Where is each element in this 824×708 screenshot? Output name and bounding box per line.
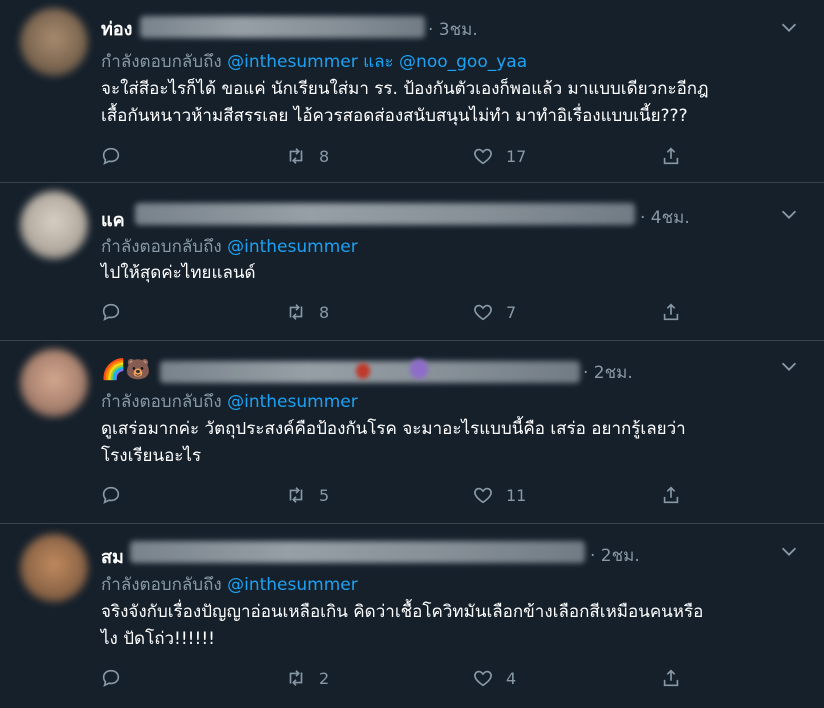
chevron-down-icon[interactable] [778, 203, 800, 225]
mention-link[interactable]: @inthesummer [227, 52, 358, 72]
replying-label: กำลังตอบกลับถึง [101, 575, 222, 595]
tweet[interactable]: ท่อง · 3ชม. กำลังตอบกลับถึง @inthesummer… [0, 0, 824, 183]
like-button[interactable]: 11 [472, 483, 526, 507]
reply-icon [102, 303, 120, 321]
author-name[interactable]: ท่อง [101, 14, 132, 43]
replying-label: กำลังตอบกลับถึง [101, 237, 222, 257]
like-count: 7 [506, 302, 517, 322]
tweet-time[interactable]: · 2ชม. [590, 542, 640, 569]
tweet-text-line: โรงเรียนอะไร [101, 446, 202, 466]
mention-link[interactable]: @inthesummer [227, 392, 358, 412]
tweet-text-line: ดูเสร่อมากค่ะ วัตถุประสงค์คือป้องกันโรค … [101, 419, 686, 439]
author-name[interactable]: 🌈🐻 [101, 357, 151, 381]
like-button[interactable]: 17 [472, 144, 526, 168]
tweet-text: จะใส่สีอะไรก็ได้ ขอแค่ นักเรียนใส่มา รร.… [101, 76, 801, 130]
share-icon [663, 486, 679, 504]
mention-link[interactable]: @inthesummer [227, 575, 358, 595]
tweet-actions: 2 4 [100, 666, 700, 690]
like-icon [474, 148, 492, 165]
retweet-icon [289, 487, 303, 503]
like-button[interactable]: 7 [472, 300, 516, 324]
retweet-button[interactable]: 2 [285, 666, 329, 690]
reply-button[interactable] [100, 144, 122, 168]
like-icon [474, 670, 492, 687]
tweet-text-line: เสื้อกันหนาวห้ามสีสรรเลย ไอ้ควรสอดส่องสน… [101, 106, 688, 126]
like-button[interactable]: 4 [472, 666, 516, 690]
reply-button[interactable] [100, 483, 122, 507]
redacted-username [135, 203, 635, 225]
replying-to: กำลังตอบกลับถึง @inthesummer [101, 571, 358, 598]
share-icon [663, 669, 679, 687]
replying-to: กำลังตอบกลับถึง @inthesummer [101, 233, 358, 260]
avatar[interactable] [20, 191, 88, 259]
retweet-count: 8 [319, 146, 330, 166]
retweet-icon [289, 148, 303, 164]
tweet-actions: 8 7 [100, 300, 700, 324]
tweet[interactable]: แค · 4ชม. กำลังตอบกลับถึง @inthesummer ไ… [0, 183, 824, 341]
tweet-actions: 5 11 [100, 483, 700, 507]
retweet-button[interactable]: 8 [285, 300, 329, 324]
redacted-username [140, 16, 425, 38]
blurred-emoji [410, 359, 428, 379]
retweet-count: 8 [319, 302, 330, 322]
replying-to: กำลังตอบกลับถึง @inthesummer และ @noo_go… [101, 48, 527, 75]
like-count: 4 [506, 668, 517, 688]
tweet-time[interactable]: · 3ชม. [428, 16, 478, 43]
like-icon [474, 487, 492, 504]
avatar[interactable] [20, 8, 88, 76]
retweet-button[interactable]: 5 [285, 483, 329, 507]
mention-link[interactable]: @noo_goo_yaa [399, 52, 527, 72]
retweet-count: 2 [319, 668, 330, 688]
retweet-button[interactable]: 8 [285, 144, 329, 168]
share-button[interactable] [660, 483, 682, 507]
author-name[interactable]: สม [101, 542, 124, 571]
tweet-text-line: ไปให้สุดค่ะไทยแลนด์ [101, 263, 256, 283]
share-icon [663, 147, 679, 165]
tweet[interactable]: 🌈🐻 · 2ชม. กำลังตอบกลับถึง @inthesummer ด… [0, 341, 824, 524]
share-icon [663, 303, 679, 321]
chevron-down-icon[interactable] [778, 355, 800, 377]
blurred-emoji [356, 363, 370, 379]
share-button[interactable] [660, 144, 682, 168]
tweet-time[interactable]: · 2ชม. [583, 359, 633, 386]
reply-icon [102, 669, 120, 687]
replying-to: กำลังตอบกลับถึง @inthesummer [101, 388, 358, 415]
redacted-username [160, 361, 580, 383]
tweet-actions: 8 17 [100, 144, 700, 168]
like-count: 17 [506, 146, 527, 166]
tweet-text: ดูเสร่อมากค่ะ วัตถุประสงค์คือป้องกันโรค … [101, 416, 801, 470]
like-icon [474, 304, 492, 321]
avatar[interactable] [20, 349, 88, 417]
and-label: และ [363, 52, 394, 72]
tweet-time[interactable]: · 4ชม. [640, 204, 690, 231]
share-button[interactable] [660, 300, 682, 324]
reply-button[interactable] [100, 300, 122, 324]
avatar[interactable] [20, 534, 88, 602]
like-count: 11 [506, 485, 527, 505]
chevron-down-icon[interactable] [778, 540, 800, 562]
tweet-text: จริงจังกับเรื่องปัญญาอ่อนเหลือเกิน คิดว่… [101, 599, 801, 653]
tweet-text-line: จริงจังกับเรื่องปัญญาอ่อนเหลือเกิน คิดว่… [101, 602, 704, 622]
mention-link[interactable]: @inthesummer [227, 237, 358, 257]
share-button[interactable] [660, 666, 682, 690]
reply-icon [102, 486, 120, 504]
retweet-icon [289, 304, 303, 320]
replying-label: กำลังตอบกลับถึง [101, 52, 222, 72]
reply-button[interactable] [100, 666, 122, 690]
author-name[interactable]: แค [101, 205, 125, 234]
retweet-icon [289, 670, 303, 686]
tweet-text-line: ไง ปัดโถ่ว!!!!!! [101, 629, 215, 649]
tweet-text-line: จะใส่สีอะไรก็ได้ ขอแค่ นักเรียนใส่มา รร.… [101, 79, 709, 99]
chevron-down-icon[interactable] [778, 16, 800, 38]
reply-icon [102, 147, 120, 165]
retweet-count: 5 [319, 485, 330, 505]
tweet[interactable]: สม · 2ชม. กำลังตอบกลับถึง @inthesummer จ… [0, 524, 824, 708]
replying-label: กำลังตอบกลับถึง [101, 392, 222, 412]
redacted-username [130, 541, 585, 563]
tweet-text: ไปให้สุดค่ะไทยแลนด์ [101, 260, 801, 287]
